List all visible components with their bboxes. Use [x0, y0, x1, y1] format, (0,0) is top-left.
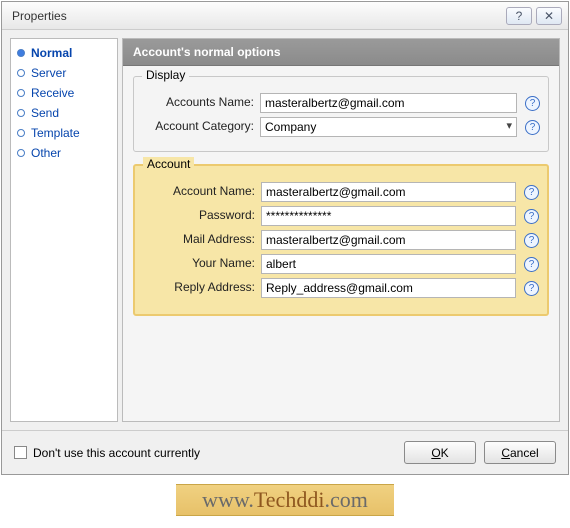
bullet-icon [17, 129, 25, 137]
category-select[interactable]: Company [260, 117, 517, 137]
main-content: Display Accounts Name: masteralbertz@gma… [123, 66, 559, 421]
mail-label: Mail Address: [143, 233, 259, 246]
sidebar-item-send[interactable]: Send [11, 103, 117, 123]
account-group: Account Account Name: masteralbertz@gmai… [133, 164, 549, 316]
password-input[interactable]: ************** [261, 206, 516, 226]
sidebar-item-normal[interactable]: Normal [11, 43, 117, 63]
bullet-icon [17, 89, 25, 97]
help-icon: ? [516, 9, 523, 23]
main-header: Account's normal options [123, 39, 559, 66]
sidebar: Normal Server Receive Send Template Othe… [10, 38, 118, 422]
help-icon[interactable]: ? [525, 120, 540, 135]
sidebar-item-label: Send [31, 106, 59, 120]
sidebar-item-server[interactable]: Server [11, 63, 117, 83]
help-icon[interactable]: ? [524, 185, 539, 200]
bullet-icon [17, 109, 25, 117]
close-icon: ✕ [544, 9, 554, 23]
cancel-button[interactable]: Cancel [484, 441, 556, 464]
bullet-icon [17, 69, 25, 77]
category-label: Account Category: [142, 120, 258, 133]
sidebar-item-template[interactable]: Template [11, 123, 117, 143]
accounts-name-label: Accounts Name: [142, 96, 258, 109]
account-legend: Account [143, 157, 194, 171]
sidebar-item-label: Normal [31, 46, 72, 60]
accounts-name-input[interactable]: masteralbertz@gmail.com [260, 93, 517, 113]
display-legend: Display [142, 68, 189, 82]
sidebar-item-label: Server [31, 66, 66, 80]
close-button[interactable]: ✕ [536, 7, 562, 25]
main-panel: Account's normal options Display Account… [122, 38, 560, 422]
sidebar-item-label: Template [31, 126, 80, 140]
window-title: Properties [12, 9, 502, 23]
sidebar-item-label: Other [31, 146, 61, 160]
disable-account-checkbox[interactable] [14, 446, 27, 459]
properties-dialog: Properties ? ✕ Normal Server Receive S [1, 1, 569, 475]
dialog-footer: Don't use this account currently OK Canc… [2, 430, 568, 474]
display-group: Display Accounts Name: masteralbertz@gma… [133, 76, 549, 152]
your-name-input[interactable]: albert [261, 254, 516, 274]
account-name-label: Account Name: [143, 185, 259, 198]
account-name-row: Account Name: masteralbertz@gmail.com ? [143, 182, 539, 202]
mail-row: Mail Address: masteralbertz@gmail.com ? [143, 230, 539, 250]
help-icon[interactable]: ? [524, 209, 539, 224]
help-icon[interactable]: ? [524, 257, 539, 272]
disable-account-label: Don't use this account currently [33, 446, 396, 460]
reply-row: Reply Address: Reply_address@gmail.com ? [143, 278, 539, 298]
password-label: Password: [143, 209, 259, 222]
sidebar-item-receive[interactable]: Receive [11, 83, 117, 103]
reply-input[interactable]: Reply_address@gmail.com [261, 278, 516, 298]
bullet-icon [17, 49, 25, 57]
help-button[interactable]: ? [506, 7, 532, 25]
watermark: www.Techddi.com [0, 476, 570, 528]
reply-label: Reply Address: [143, 281, 259, 294]
dialog-body: Normal Server Receive Send Template Othe… [2, 30, 568, 430]
password-row: Password: ************** ? [143, 206, 539, 226]
sidebar-item-label: Receive [31, 86, 74, 100]
sidebar-item-other[interactable]: Other [11, 143, 117, 163]
your-name-row: Your Name: albert ? [143, 254, 539, 274]
category-row: Account Category: Company ? [142, 117, 540, 137]
help-icon[interactable]: ? [524, 233, 539, 248]
accounts-name-row: Accounts Name: masteralbertz@gmail.com ? [142, 93, 540, 113]
help-icon[interactable]: ? [524, 281, 539, 296]
your-name-label: Your Name: [143, 257, 259, 270]
titlebar: Properties ? ✕ [2, 2, 568, 30]
mail-input[interactable]: masteralbertz@gmail.com [261, 230, 516, 250]
ok-button[interactable]: OK [404, 441, 476, 464]
help-icon[interactable]: ? [525, 96, 540, 111]
bullet-icon [17, 149, 25, 157]
account-name-input[interactable]: masteralbertz@gmail.com [261, 182, 516, 202]
